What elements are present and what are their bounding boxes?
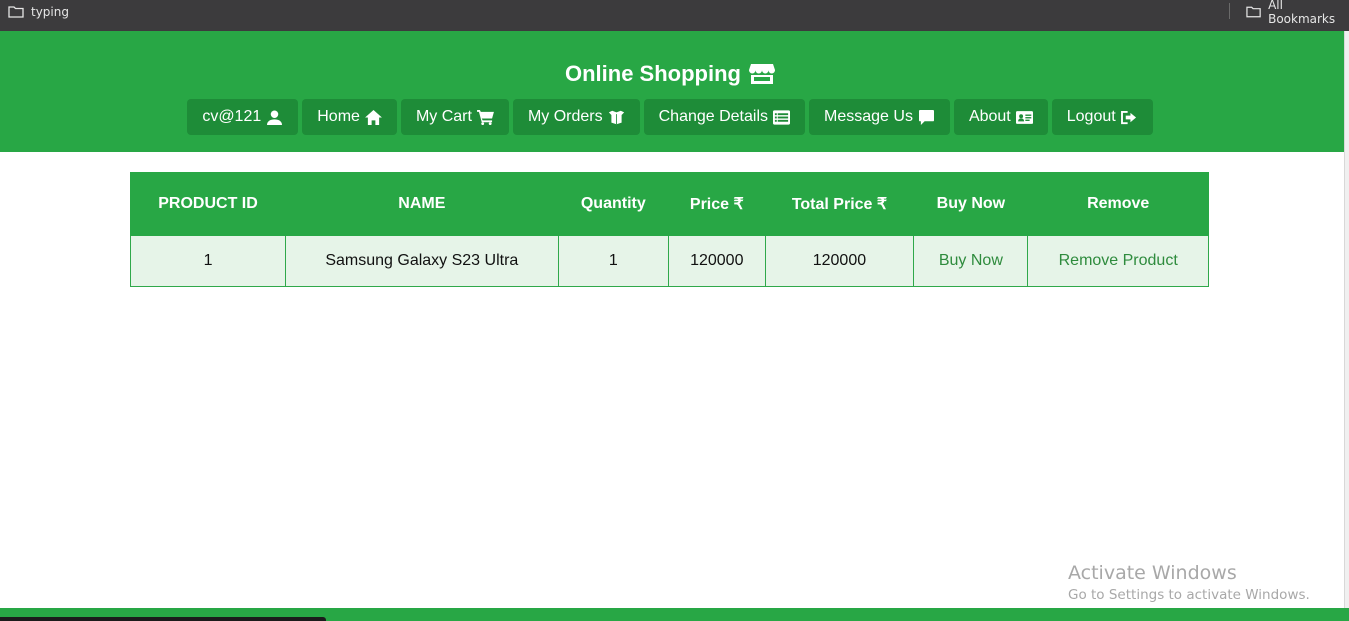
nav-cart-button[interactable]: My Cart: [400, 99, 509, 135]
col-header-name: NAME: [285, 172, 559, 236]
table-header-row: PRODUCT ID NAME Quantity Price ₹ Total P…: [129, 172, 1209, 236]
cart-table: PRODUCT ID NAME Quantity Price ₹ Total P…: [129, 172, 1209, 287]
col-header-buy-now: Buy Now: [913, 172, 1029, 236]
bookmark-label: typing: [31, 5, 69, 19]
table-row: 1 Samsung Galaxy S23 Ultra 1 120000 1200…: [129, 235, 1209, 287]
scrollbar[interactable]: [1344, 31, 1349, 621]
nav-label: Change Details: [658, 108, 769, 125]
nav-label: Message Us: [824, 108, 913, 125]
col-header-remove: Remove: [1027, 172, 1209, 236]
nav-label: Logout: [1066, 108, 1116, 125]
taskbar-edge: [0, 617, 326, 621]
cell-buy-now: Buy Now: [913, 235, 1029, 287]
nav-label: My Orders: [527, 108, 603, 125]
windows-activation-watermark: Activate Windows Go to Settings to activ…: [1068, 562, 1310, 603]
nav-label: Home: [317, 108, 360, 125]
cell-remove: Remove Product: [1027, 235, 1209, 287]
sign-out-icon: [1120, 110, 1136, 124]
nav-logout-button[interactable]: Logout: [1051, 99, 1153, 135]
col-header-total-price: Total Price ₹: [764, 172, 915, 236]
folder-icon: [1246, 6, 1261, 18]
nav-label: cv@121: [202, 108, 262, 125]
cell-product-id: 1: [129, 235, 287, 287]
box-icon: [608, 110, 624, 124]
list-icon: [773, 109, 791, 125]
col-header-price: Price ₹: [668, 172, 766, 236]
nav-message-button[interactable]: Message Us: [809, 99, 950, 135]
comment-icon: [918, 109, 934, 125]
buy-now-link[interactable]: Buy Now: [939, 252, 1003, 269]
cell-price: 120000: [668, 235, 766, 287]
id-card-icon: [1015, 110, 1033, 124]
nav-label: My Cart: [415, 108, 472, 125]
main-nav: cv@121 Home My Cart My Orders Change Det…: [0, 99, 1340, 135]
nav-about-button[interactable]: About: [953, 99, 1048, 135]
col-header-quantity: Quantity: [557, 172, 670, 236]
cell-quantity: 1: [557, 235, 670, 287]
nav-orders-button[interactable]: My Orders: [512, 99, 640, 135]
nav-label: About: [968, 108, 1011, 125]
watermark-subtitle: Go to Settings to activate Windows.: [1068, 587, 1310, 603]
bookmark-label: All Bookmarks: [1268, 0, 1336, 26]
bookmark-folder-typing[interactable]: typing: [8, 3, 69, 21]
site-title: Online Shopping: [0, 61, 1340, 87]
watermark-title: Activate Windows: [1068, 562, 1237, 584]
site-header: Online Shopping cv@121 Home My Cart My O…: [0, 31, 1344, 152]
nav-change-details-button[interactable]: Change Details: [643, 99, 806, 135]
folder-icon: [8, 6, 24, 18]
home-icon: [365, 109, 382, 125]
cart-icon: [477, 109, 494, 125]
store-icon: [748, 64, 775, 84]
col-header-product-id: PRODUCT ID: [129, 172, 287, 236]
user-icon: [267, 109, 283, 125]
bookmark-folder-all[interactable]: All Bookmarks: [1246, 0, 1349, 26]
nav-user-button[interactable]: cv@121: [187, 99, 299, 135]
nav-home-button[interactable]: Home: [302, 99, 397, 135]
cell-total-price: 120000: [764, 235, 915, 287]
bookmarks-divider: [1229, 3, 1230, 19]
remove-product-link[interactable]: Remove Product: [1059, 252, 1178, 269]
site-title-text: Online Shopping: [565, 61, 741, 86]
bookmarks-bar: typing All Bookmarks: [0, 0, 1349, 31]
cell-name: Samsung Galaxy S23 Ultra: [285, 235, 559, 287]
